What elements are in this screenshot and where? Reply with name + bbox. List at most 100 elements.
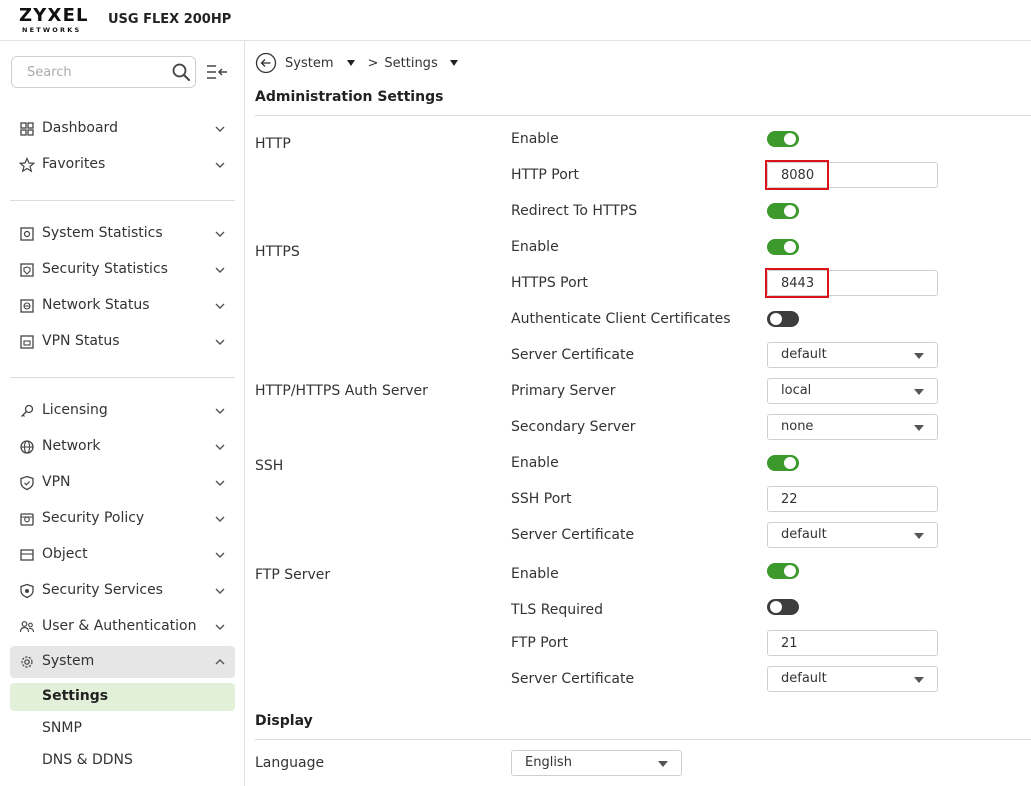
- sidebar-item-system-statistics[interactable]: System Statistics: [10, 218, 235, 250]
- sidebar-subitem-label: Settings: [42, 688, 109, 704]
- breadcrumb-system[interactable]: System: [285, 56, 333, 71]
- label-ftp-server-cert: Server Certificate: [511, 671, 635, 687]
- sidebar-divider: [10, 377, 235, 378]
- sidebar-subitem-label: DNS & DDNS: [42, 752, 133, 768]
- chevron-up-icon: [215, 659, 225, 665]
- caret-down-icon: [914, 389, 924, 395]
- sidebar-item-label: VPN Status: [42, 333, 120, 349]
- group-label-auth-server: HTTP/HTTPS Auth Server: [255, 383, 428, 399]
- chevron-down-icon: [215, 126, 225, 132]
- sidebar-item-vpn[interactable]: VPN: [10, 467, 235, 499]
- sidebar-item-user-authentication[interactable]: User & Authentication: [10, 611, 235, 643]
- ssh-port-input[interactable]: [767, 486, 938, 512]
- chevron-down-icon: [215, 267, 225, 273]
- https-port-input[interactable]: [767, 270, 938, 296]
- chevron-down-icon: [215, 162, 225, 168]
- sidebar-subitem-snmp[interactable]: SNMP: [10, 715, 235, 743]
- sidebar-item-label: User & Authentication: [42, 618, 197, 634]
- sidebar-item-security-statistics[interactable]: Security Statistics: [10, 254, 235, 286]
- toggle-auth-client-certs[interactable]: [767, 311, 799, 327]
- toggle-ssh-enable[interactable]: [767, 455, 799, 471]
- toggle-knob: [784, 457, 796, 469]
- section-divider: [255, 739, 1031, 740]
- select-value: default: [781, 347, 827, 362]
- sidebar-subitem-settings[interactable]: Settings: [10, 683, 235, 711]
- select-language[interactable]: English: [511, 750, 682, 776]
- logo-text: ZYXEL: [19, 5, 89, 26]
- label-primary-server: Primary Server: [511, 383, 616, 399]
- sidebar-item-label: Security Services: [42, 582, 163, 598]
- sidebar-item-security-policy[interactable]: Security Policy: [10, 503, 235, 535]
- sidebar-item-network-status[interactable]: Network Status: [10, 290, 235, 322]
- toggle-tls-required[interactable]: [767, 599, 799, 615]
- caret-down-icon: [914, 353, 924, 359]
- star-icon: [19, 157, 35, 173]
- sidebar-item-label: Security Policy: [42, 510, 145, 526]
- search-input[interactable]: [12, 57, 162, 87]
- toggle-http-enable[interactable]: [767, 131, 799, 147]
- back-arrow-icon[interactable]: [255, 52, 277, 74]
- label-ssh-server-cert: Server Certificate: [511, 527, 635, 543]
- caret-down-icon[interactable]: [347, 60, 356, 66]
- select-secondary-server[interactable]: none: [767, 414, 938, 440]
- sidebar-item-security-services[interactable]: Security Services: [10, 575, 235, 607]
- toggle-ftp-enable[interactable]: [767, 563, 799, 579]
- select-value: English: [525, 755, 572, 770]
- sidebar-item-label: System Statistics: [42, 225, 163, 241]
- select-ftp-server-cert[interactable]: default: [767, 666, 938, 692]
- sidebar-subitem-dns-ddns[interactable]: DNS & DDNS: [10, 747, 235, 775]
- chevron-down-icon: [215, 480, 225, 486]
- sidebar-item-system[interactable]: System: [10, 646, 235, 678]
- monitor-icon: [20, 227, 34, 241]
- search-icon[interactable]: [171, 62, 191, 82]
- sidebar-item-network[interactable]: Network: [10, 431, 235, 463]
- group-label-https: HTTPS: [255, 244, 300, 260]
- sidebar-item-vpn-status[interactable]: VPN Status: [10, 326, 235, 358]
- chevron-down-icon: [215, 624, 225, 630]
- chevron-down-icon: [215, 444, 225, 450]
- label-ftp-enable: Enable: [511, 566, 559, 582]
- caret-down-icon: [914, 425, 924, 431]
- select-primary-server[interactable]: local: [767, 378, 938, 404]
- label-secondary-server: Secondary Server: [511, 419, 636, 435]
- chevron-down-icon: [215, 303, 225, 309]
- group-label-ftp: FTP Server: [255, 567, 331, 583]
- breadcrumb-settings[interactable]: Settings: [384, 56, 437, 71]
- toggle-knob: [770, 601, 782, 613]
- chevron-down-icon: [215, 516, 225, 522]
- sidebar-item-label: Network: [42, 438, 101, 454]
- sidebar-item-object[interactable]: Object: [10, 539, 235, 571]
- group-label-ssh: SSH: [255, 458, 284, 474]
- sidebar-item-favorites[interactable]: Favorites: [10, 149, 235, 181]
- sidebar: Dashboard Favorites System Statistics Se…: [0, 41, 245, 786]
- toggle-knob: [784, 565, 796, 577]
- sidebar-subitem-label: SNMP: [42, 720, 82, 736]
- toggle-redirect-https[interactable]: [767, 203, 799, 219]
- caret-down-icon: [914, 677, 924, 683]
- label-http-enable: Enable: [511, 131, 559, 147]
- zyxel-logo[interactable]: ZYXEL NETWORKS: [19, 6, 95, 36]
- label-ftp-port: FTP Port: [511, 635, 569, 651]
- toggle-knob: [770, 313, 782, 325]
- label-https-port: HTTPS Port: [511, 275, 588, 291]
- select-https-server-cert[interactable]: default: [767, 342, 938, 368]
- ftp-port-input[interactable]: [767, 630, 938, 656]
- label-http-port: HTTP Port: [511, 167, 580, 183]
- toggle-knob: [784, 205, 796, 217]
- breadcrumb: System > Settings: [255, 51, 470, 75]
- sidebar-item-label: VPN: [42, 474, 71, 490]
- sidebar-item-licensing[interactable]: Licensing: [10, 395, 235, 427]
- select-ssh-server-cert[interactable]: default: [767, 522, 938, 548]
- toggle-https-enable[interactable]: [767, 239, 799, 255]
- breadcrumb-separator: >: [367, 55, 379, 71]
- collapse-menu-icon[interactable]: [205, 63, 229, 81]
- sidebar-item-label: Network Status: [42, 297, 150, 313]
- section-divider: [255, 115, 1031, 116]
- chevron-down-icon: [215, 552, 225, 558]
- caret-down-icon[interactable]: [449, 60, 458, 66]
- http-port-input[interactable]: [767, 162, 938, 188]
- sidebar-item-dashboard[interactable]: Dashboard: [10, 113, 235, 145]
- policy-icon: [20, 513, 34, 526]
- toggle-knob: [784, 241, 796, 253]
- select-value: local: [781, 383, 812, 398]
